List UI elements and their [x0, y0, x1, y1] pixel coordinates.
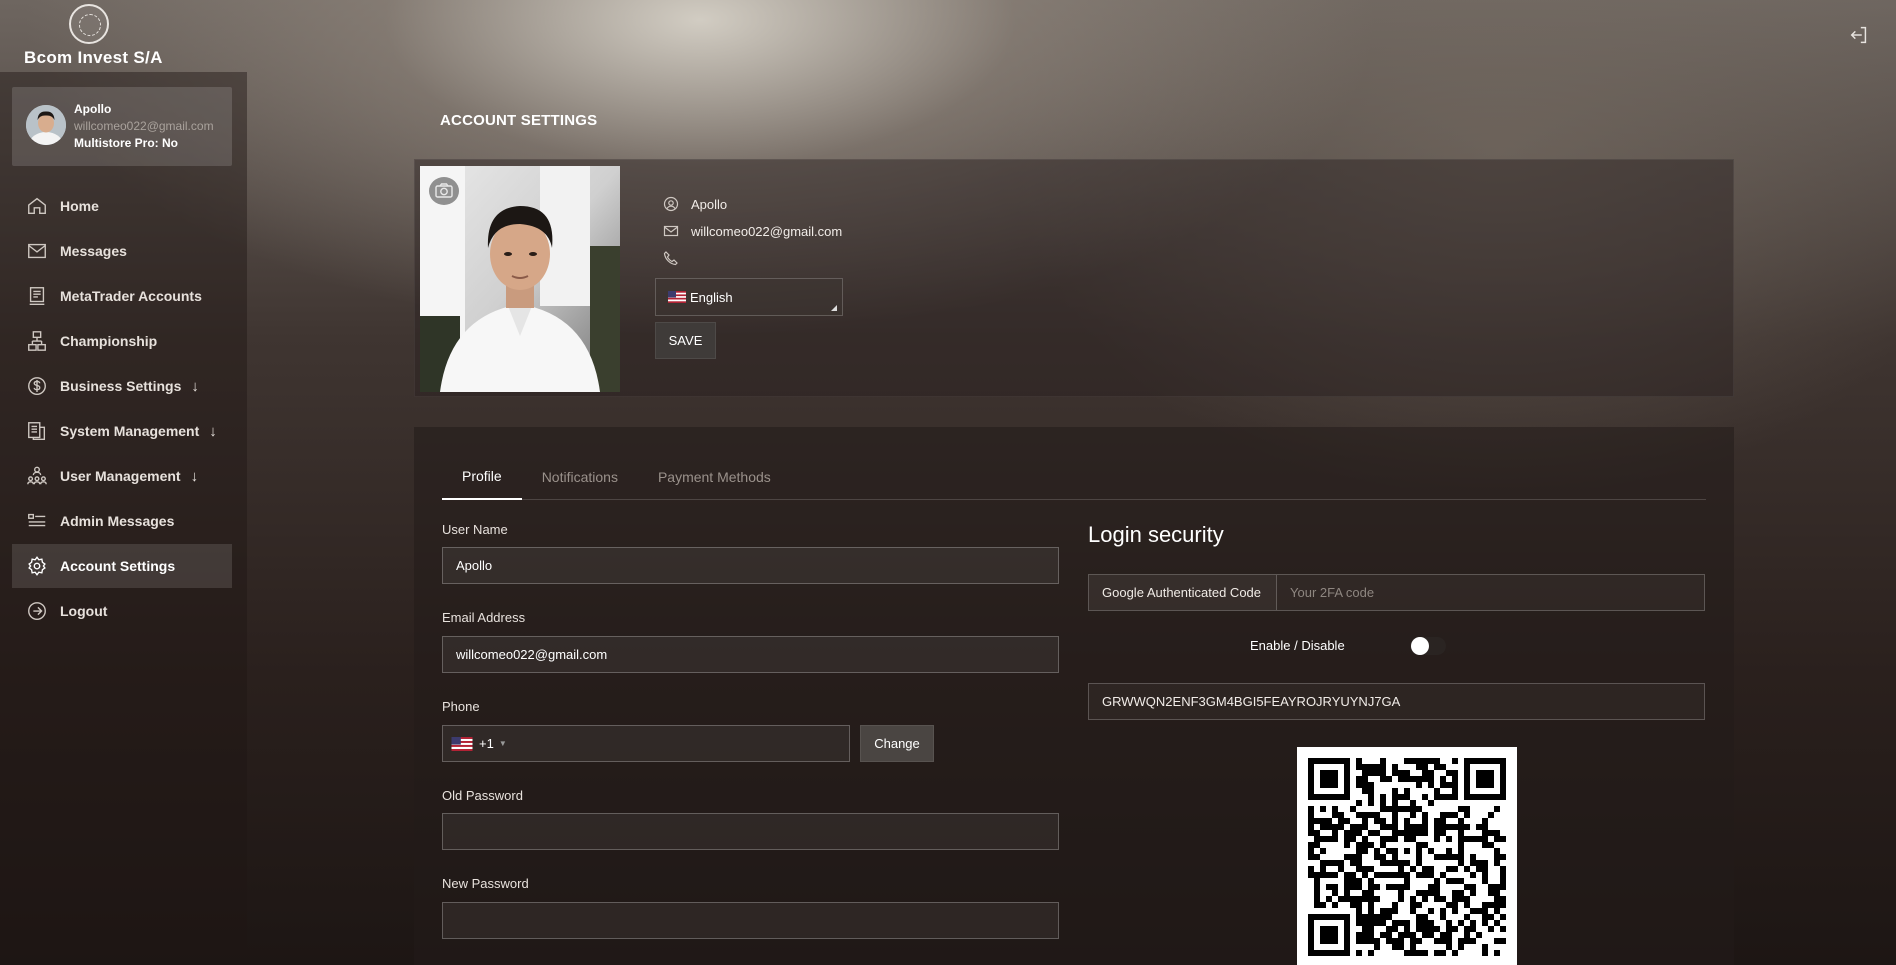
- us-flag-icon: [451, 736, 473, 751]
- tab-profile[interactable]: Profile: [442, 453, 522, 500]
- page-title: ACCOUNT SETTINGS: [440, 112, 598, 129]
- profile-name: Apollo: [691, 196, 728, 212]
- mail-icon: [663, 225, 679, 237]
- phone-country-select[interactable]: +1 ▼: [451, 736, 507, 751]
- brand-logo[interactable]: Bcom Invest S/A: [24, 4, 163, 70]
- tab-bar: Profile Notifications Payment Methods: [442, 453, 1706, 500]
- list-icon: [28, 513, 46, 527]
- profile-email-row: willcomeo022@gmail.com: [663, 223, 842, 239]
- arrow-down-icon: ↓: [191, 377, 199, 395]
- sidebar-item-label: Messages: [60, 243, 127, 259]
- server-icon: [28, 422, 46, 440]
- profile-email: willcomeo022@gmail.com: [691, 223, 843, 239]
- sidebar-item-admin-messages[interactable]: Admin Messages: [12, 499, 232, 543]
- dollar-icon: [28, 377, 46, 395]
- google-auth-row: Google Authenticated Code: [1088, 574, 1705, 611]
- user-name: Apollo: [74, 102, 112, 116]
- sidebar-item-championship[interactable]: Championship: [12, 319, 232, 363]
- brand-name: Bcom Invest S/A: [24, 48, 163, 67]
- logo-emblem-icon: [69, 4, 109, 44]
- sidebar-item-system-management[interactable]: System Management ↓: [12, 409, 232, 453]
- user-email: willcomeo022@gmail.com: [74, 119, 214, 133]
- document-icon: [29, 287, 45, 305]
- save-button[interactable]: SAVE: [655, 322, 716, 359]
- old-password-label: Old Password: [442, 788, 523, 803]
- chevron-down-icon: ▼: [498, 739, 507, 748]
- sidebar-item-logout[interactable]: Logout: [12, 589, 232, 633]
- top-bar: Bcom Invest S/A: [0, 0, 1896, 72]
- sidebar-item-label: Business Settings: [60, 378, 182, 394]
- user-card[interactable]: Apollo willcomeo022@gmail.com Multistore…: [12, 87, 232, 166]
- two-fa-toggle[interactable]: [1410, 637, 1446, 655]
- home-icon: [28, 197, 46, 215]
- old-password-field[interactable]: [442, 813, 1059, 850]
- sidebar-item-label: Account Settings: [60, 558, 176, 574]
- tab-payment-methods[interactable]: Payment Methods: [638, 453, 791, 500]
- dropdown-arrow-icon: [831, 305, 837, 311]
- language-select[interactable]: English: [655, 278, 843, 316]
- camera-icon[interactable]: [429, 177, 459, 205]
- phone-icon: [663, 251, 678, 266]
- multistore-status: Multistore Pro: No: [74, 136, 178, 150]
- google-auth-label: Google Authenticated Code: [1089, 575, 1277, 610]
- username-label: User Name: [442, 522, 508, 537]
- login-security-title: Login security: [1088, 522, 1224, 547]
- mail-icon: [28, 243, 46, 259]
- users-icon: [27, 466, 47, 485]
- new-password-field[interactable]: [442, 902, 1059, 939]
- new-password-label: New Password: [442, 876, 529, 891]
- sidebar-item-label: Logout: [60, 603, 108, 619]
- phone-label: Phone: [442, 699, 480, 714]
- sidebar-item-label: Admin Messages: [60, 513, 175, 529]
- qr-code: [1297, 747, 1517, 965]
- sidebar-item-messages[interactable]: Messages: [12, 229, 232, 273]
- sidebar-item-label: MetaTrader Accounts: [60, 288, 202, 304]
- change-phone-button[interactable]: Change: [860, 725, 934, 762]
- user-info: Apollo willcomeo022@gmail.com Multistore…: [74, 101, 214, 152]
- profile-phone-row: [663, 250, 691, 266]
- sidebar: Apollo willcomeo022@gmail.com Multistore…: [0, 72, 247, 965]
- sidebar-item-user-management[interactable]: User Management ↓: [12, 454, 232, 498]
- sidebar-item-label: System Management: [60, 423, 200, 439]
- enable-disable-label: Enable / Disable: [1250, 638, 1345, 653]
- profile-name-row: Apollo: [663, 196, 727, 212]
- hierarchy-icon: [28, 331, 46, 351]
- two-fa-secret: GRWWQN2ENF3GM4BGI5FEAYROJRYUYNJ7GA: [1088, 683, 1705, 720]
- exit-icon[interactable]: [1848, 24, 1870, 46]
- email-field[interactable]: [442, 636, 1059, 673]
- logout-icon: [28, 602, 46, 620]
- sidebar-item-label: Home: [60, 198, 99, 214]
- sidebar-item-label: User Management: [60, 468, 181, 484]
- two-fa-code-input[interactable]: [1277, 575, 1704, 610]
- settings-panel: Profile Notifications Payment Methods Us…: [414, 427, 1734, 965]
- arrow-down-icon: ↓: [209, 422, 217, 440]
- user-icon: [663, 196, 679, 212]
- phone-field[interactable]: +1 ▼: [442, 725, 850, 762]
- sidebar-item-label: Championship: [60, 333, 158, 349]
- profile-card: Apollo willcomeo022@gmail.com English SA…: [414, 159, 1734, 397]
- avatar: [26, 105, 66, 145]
- sidebar-item-metatrader-accounts[interactable]: MetaTrader Accounts: [12, 274, 232, 318]
- tab-notifications[interactable]: Notifications: [522, 453, 638, 500]
- profile-photo: [420, 166, 620, 392]
- arrow-down-icon: ↓: [190, 467, 199, 485]
- us-flag-icon: [668, 291, 686, 303]
- phone-country-code: +1: [479, 736, 494, 751]
- sidebar-nav: Home Messages MetaTrader Accounts Champi…: [12, 184, 232, 634]
- toggle-knob: [1411, 637, 1429, 655]
- email-label: Email Address: [442, 610, 526, 625]
- gear-icon: [28, 556, 46, 576]
- language-value: English: [690, 289, 733, 305]
- sidebar-item-home[interactable]: Home: [12, 184, 232, 228]
- sidebar-item-business-settings[interactable]: Business Settings ↓: [12, 364, 232, 408]
- sidebar-item-account-settings[interactable]: Account Settings: [12, 544, 232, 588]
- username-field[interactable]: [442, 547, 1059, 584]
